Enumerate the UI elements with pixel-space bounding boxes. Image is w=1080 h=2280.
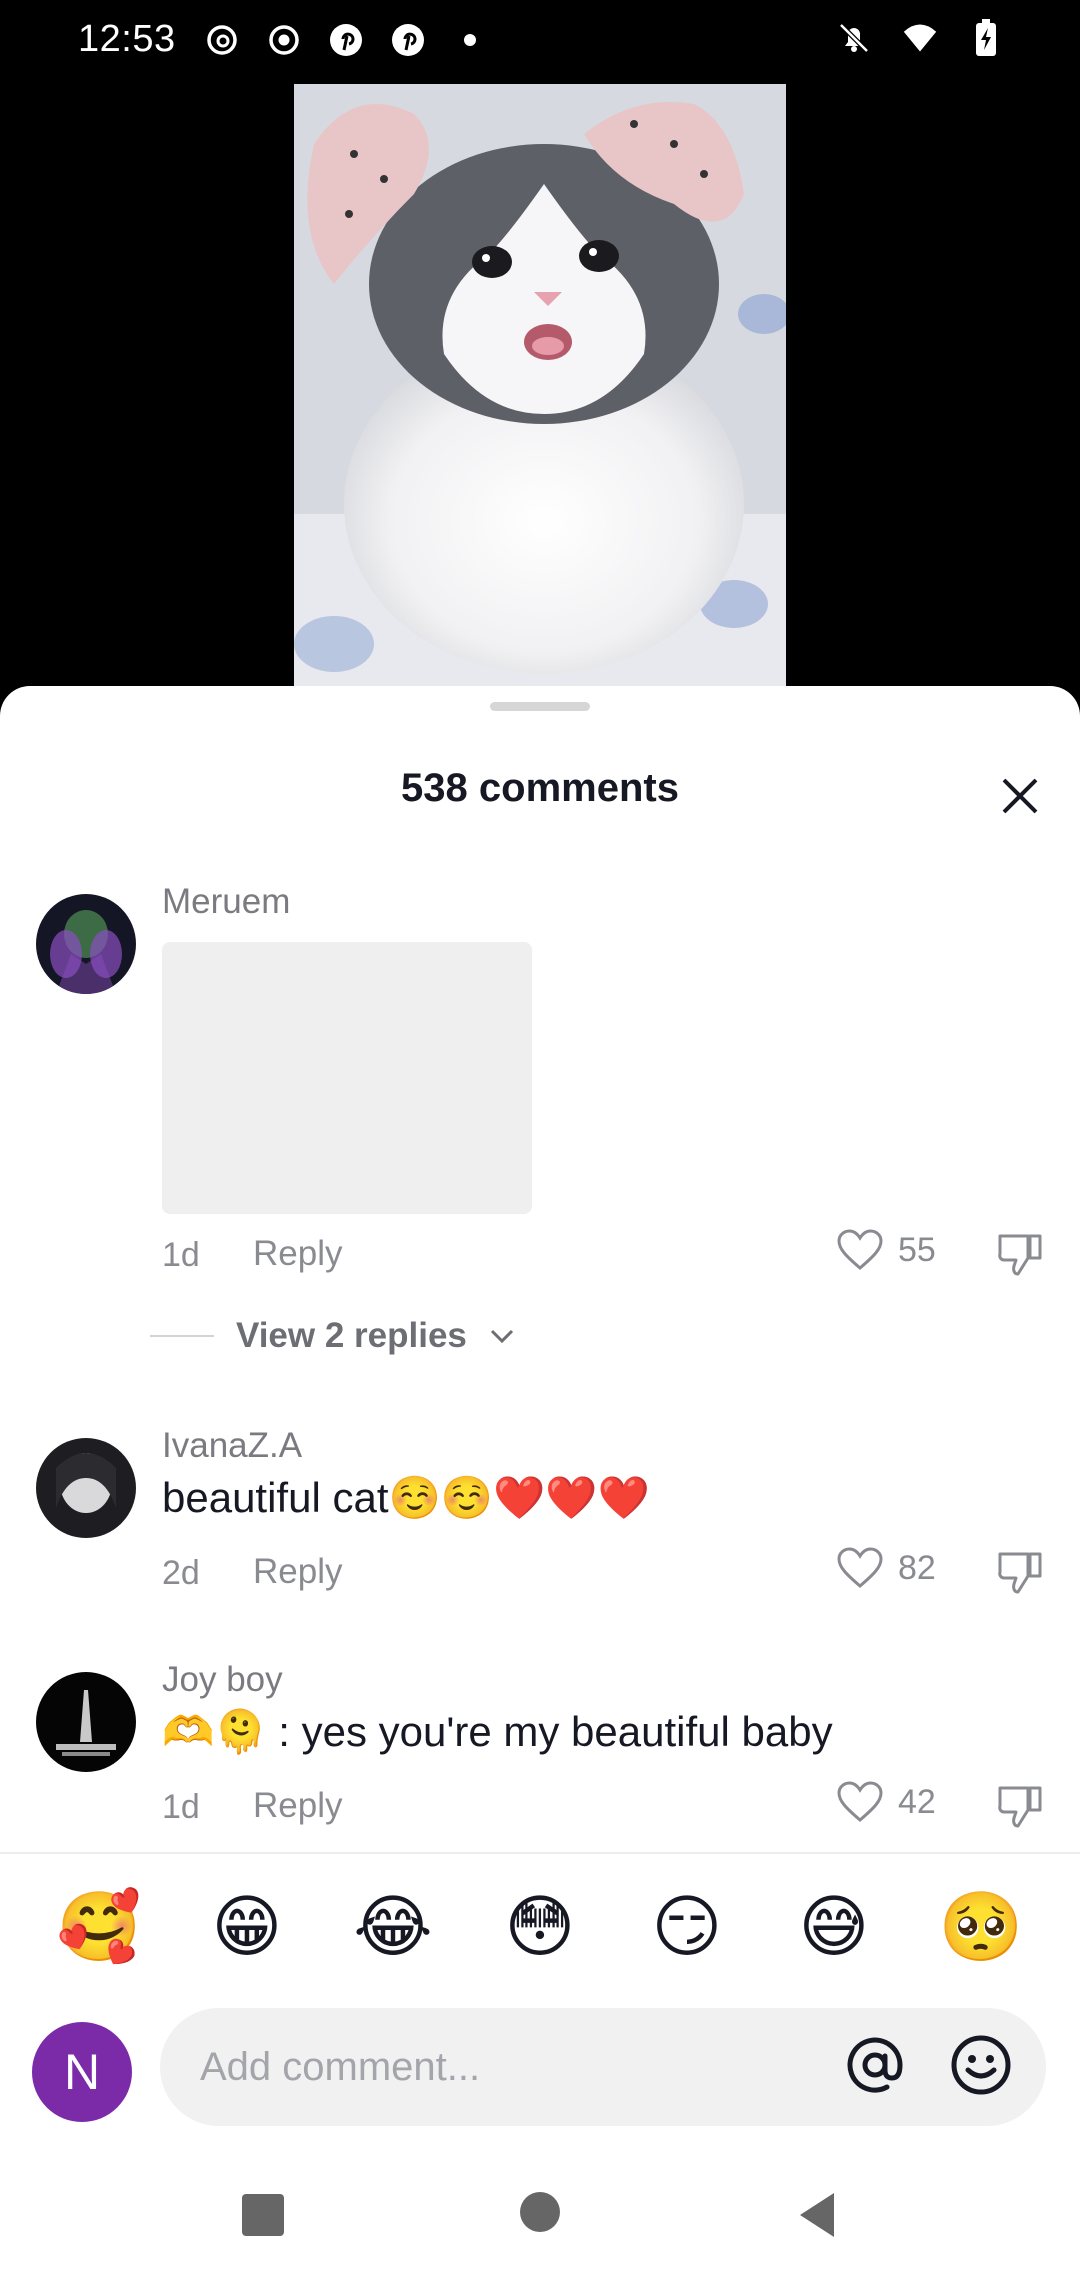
reply-button[interactable]: Reply	[253, 1552, 342, 1592]
emoji-button[interactable]: 🥰	[56, 1884, 142, 1970]
system-nav-bar	[0, 2166, 1080, 2280]
reply-button[interactable]: Reply	[253, 1234, 342, 1274]
comments-count-title: 538 comments	[401, 766, 679, 810]
smiley-icon	[951, 2035, 1011, 2095]
user-avatar[interactable]: N	[32, 2022, 132, 2122]
comment-username[interactable]: Meruem	[162, 882, 290, 922]
avatar[interactable]	[36, 1438, 136, 1538]
dislike-button[interactable]	[994, 1228, 1046, 1280]
add-comment-input[interactable]	[160, 2008, 1046, 2126]
back-triangle-icon	[800, 2193, 834, 2237]
comment-text: beautiful cat☺️☺️❤️❤️❤️	[162, 1474, 650, 1521]
emoji-picker-button[interactable]	[948, 2032, 1014, 2098]
battery-charging-icon	[968, 19, 1004, 56]
reply-button[interactable]: Reply	[253, 1786, 342, 1826]
heart-icon	[837, 1781, 883, 1822]
like-button[interactable]: 42	[836, 1780, 936, 1824]
like-count: 42	[898, 1782, 936, 1821]
comment-time: 1d	[162, 1236, 200, 1274]
divider-line	[150, 1335, 214, 1337]
dot-icon	[452, 22, 488, 58]
status-system-icons	[836, 19, 1004, 56]
at-icon	[847, 2037, 903, 2093]
thumbs-down-icon	[998, 1552, 1042, 1594]
pinterest-icon	[328, 22, 364, 58]
wifi-icon	[902, 20, 938, 56]
avatar[interactable]	[36, 894, 136, 994]
view-replies-button[interactable]: View 2 replies	[150, 1316, 515, 1356]
close-button[interactable]	[994, 770, 1046, 822]
divider	[0, 1852, 1080, 1854]
emoji-button[interactable]: 😁	[204, 1884, 290, 1970]
mention-button[interactable]	[842, 2032, 908, 2098]
comment-time: 1d	[162, 1788, 200, 1826]
heart-icon	[837, 1547, 883, 1588]
like-count: 82	[898, 1548, 936, 1587]
status-notification-icons	[204, 22, 488, 58]
like-button[interactable]: 82	[836, 1546, 936, 1590]
drag-handle[interactable]	[490, 702, 590, 711]
like-button[interactable]: 55	[836, 1228, 936, 1272]
like-count: 55	[898, 1230, 936, 1269]
video-player[interactable]	[0, 84, 1080, 700]
comment-username[interactable]: IvanaZ.A	[162, 1426, 302, 1466]
record-icon	[266, 22, 302, 58]
chevron-down-icon	[490, 1329, 513, 1344]
close-icon	[1002, 778, 1038, 814]
status-bar: 12:53	[0, 0, 1080, 84]
dislike-button[interactable]	[994, 1780, 1046, 1832]
add-comment-row: N	[0, 2008, 1080, 2126]
emoji-quick-bar: 🥰 😁 😂 😳 😏 😅 🥺	[0, 1884, 1080, 1980]
threads-icon	[204, 22, 240, 58]
emoji-button[interactable]: 😳	[497, 1884, 583, 1970]
pinterest-icon	[390, 22, 426, 58]
emoji-button[interactable]: 😅	[791, 1884, 877, 1970]
heart-icon	[837, 1229, 883, 1270]
back-button[interactable]	[796, 2190, 836, 2240]
comment-username[interactable]: Joy boy	[162, 1660, 283, 1700]
comment-text: 🫶🫠 : yes you're my beautiful baby	[162, 1708, 833, 1755]
emoji-button[interactable]: 😏	[644, 1884, 730, 1970]
thumbs-down-icon	[998, 1234, 1042, 1276]
status-time: 12:53	[78, 18, 176, 60]
avatar[interactable]	[36, 1672, 136, 1772]
cat-video-image	[294, 84, 786, 690]
comment-time: 2d	[162, 1554, 200, 1592]
dislike-button[interactable]	[994, 1546, 1046, 1598]
bell-off-icon	[836, 20, 872, 56]
recents-button[interactable]	[242, 2194, 284, 2236]
emoji-button[interactable]: 🥺	[938, 1884, 1024, 1970]
home-button[interactable]	[520, 2192, 560, 2232]
comment-media[interactable]	[162, 942, 532, 1214]
emoji-button[interactable]: 😂	[350, 1884, 436, 1970]
thumbs-down-icon	[998, 1786, 1042, 1828]
view-replies-label: View 2 replies	[236, 1316, 467, 1355]
